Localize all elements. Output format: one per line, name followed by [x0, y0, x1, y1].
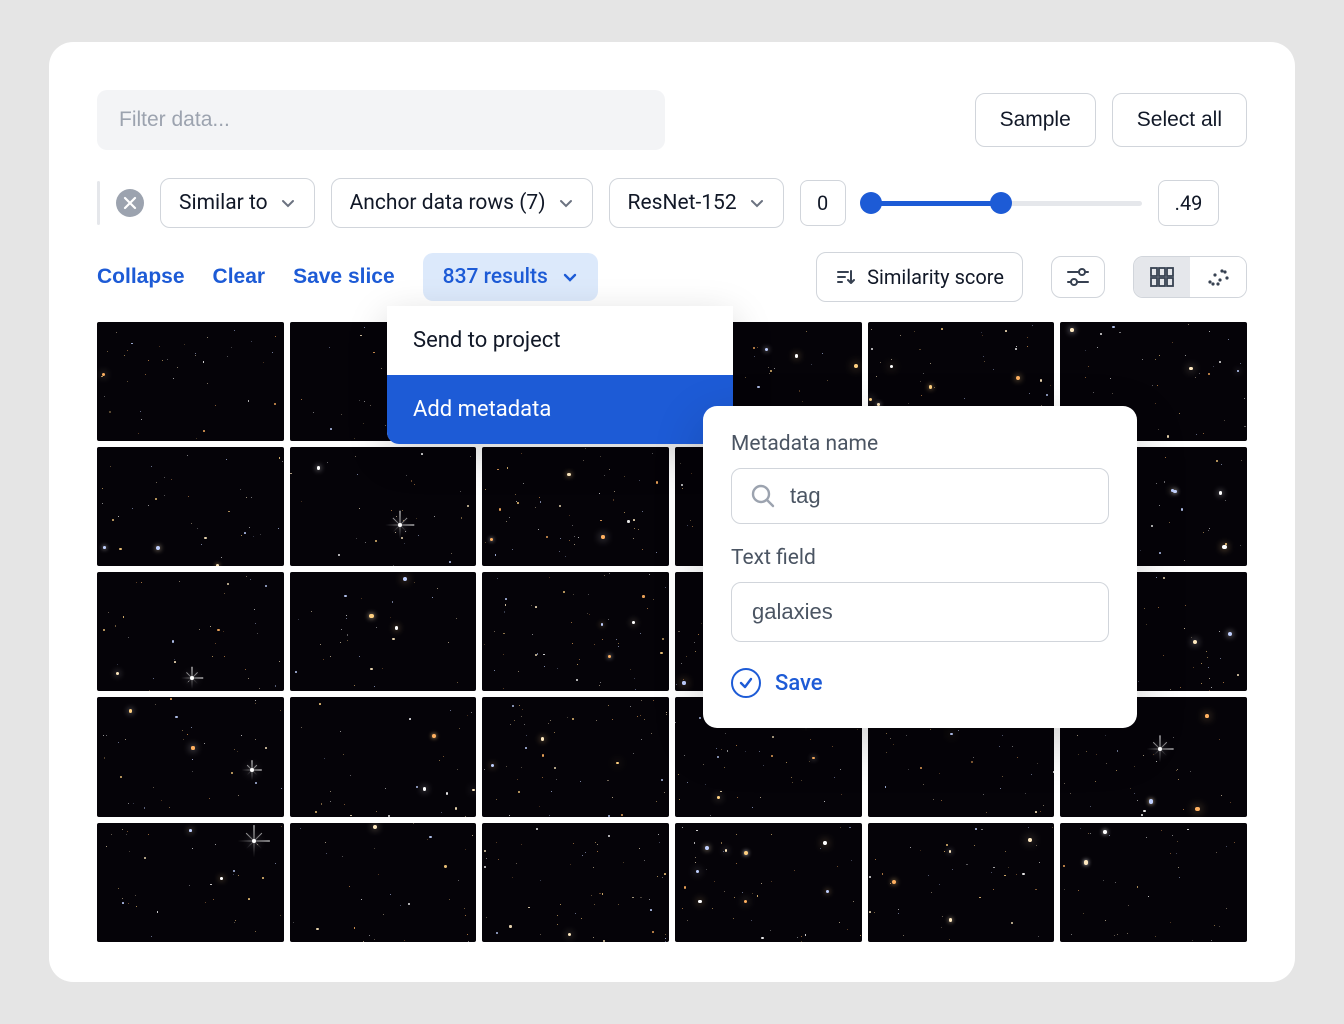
sliders-icon [1066, 267, 1090, 287]
thumb[interactable] [675, 823, 862, 942]
view-toggle [1133, 256, 1247, 298]
dropdown-item-1[interactable]: Add metadata [387, 375, 733, 444]
range-max-value[interactable]: .49 [1158, 180, 1220, 226]
check-circle-icon [731, 668, 761, 698]
thumb[interactable] [290, 447, 477, 566]
thumb[interactable] [97, 322, 284, 441]
metadata-panel: Metadata name Text field Save [703, 406, 1137, 728]
model-dropdown[interactable]: ResNet-152 [609, 178, 784, 228]
search-icon [750, 483, 776, 509]
scatter-icon [1206, 267, 1230, 287]
thumb[interactable] [97, 447, 284, 566]
thumb[interactable] [482, 447, 669, 566]
thumb[interactable] [482, 572, 669, 691]
metadata-text-input[interactable] [731, 582, 1109, 642]
metadata-name-field[interactable] [731, 468, 1109, 524]
sample-button[interactable]: Sample [975, 93, 1096, 147]
chevron-down-icon [558, 195, 574, 211]
sort-label: Similarity score [867, 265, 1004, 289]
filter-divider [97, 181, 100, 225]
slider-thumb-max[interactable] [990, 192, 1012, 214]
thumb[interactable] [290, 823, 477, 942]
metadata-name-label: Metadata name [731, 432, 1109, 456]
collapse-button[interactable]: Collapse [97, 259, 185, 295]
thumb[interactable] [1060, 823, 1247, 942]
thumb[interactable] [97, 697, 284, 816]
thumb[interactable] [290, 697, 477, 816]
thumb[interactable] [482, 823, 669, 942]
settings-button[interactable] [1051, 256, 1105, 298]
thumb[interactable] [97, 572, 284, 691]
clear-filter-icon[interactable] [116, 189, 144, 217]
results-count-label: 837 results [443, 265, 548, 289]
grid-icon [1150, 267, 1174, 287]
save-slice-button[interactable]: Save slice [293, 259, 395, 295]
slider-thumb-min[interactable] [860, 192, 882, 214]
x-icon [123, 196, 137, 210]
scatter-view-button[interactable] [1190, 257, 1246, 297]
results-dropdown[interactable]: 837 results [423, 253, 598, 301]
range-min-value[interactable]: 0 [800, 180, 846, 226]
chevron-down-icon [749, 195, 765, 211]
sort-button[interactable]: Similarity score [816, 252, 1023, 302]
similar-to-label: Similar to [179, 191, 268, 215]
sort-icon [835, 267, 855, 287]
similar-to-dropdown[interactable]: Similar to [160, 178, 315, 228]
thumb[interactable] [290, 572, 477, 691]
metadata-save-button[interactable]: Save [731, 668, 1109, 698]
metadata-name-input[interactable] [790, 483, 1090, 509]
similarity-range-slider[interactable] [862, 191, 1142, 215]
chevron-down-icon [280, 195, 296, 211]
model-label: ResNet-152 [628, 191, 737, 215]
results-dropdown-menu: Send to projectAdd metadata [387, 306, 733, 444]
metadata-text-label: Text field [731, 546, 1109, 570]
thumb[interactable] [482, 697, 669, 816]
dropdown-item-0[interactable]: Send to project [387, 306, 733, 375]
select-all-button[interactable]: Select all [1112, 93, 1247, 147]
clear-button[interactable]: Clear [213, 259, 266, 295]
thumb[interactable] [97, 823, 284, 942]
save-label: Save [775, 671, 823, 696]
anchor-rows-label: Anchor data rows (7) [350, 191, 546, 215]
chevron-down-icon [562, 269, 578, 285]
grid-view-button[interactable] [1134, 257, 1190, 297]
thumb[interactable] [868, 823, 1055, 942]
anchor-rows-dropdown[interactable]: Anchor data rows (7) [331, 178, 593, 228]
filter-input[interactable] [97, 90, 665, 150]
